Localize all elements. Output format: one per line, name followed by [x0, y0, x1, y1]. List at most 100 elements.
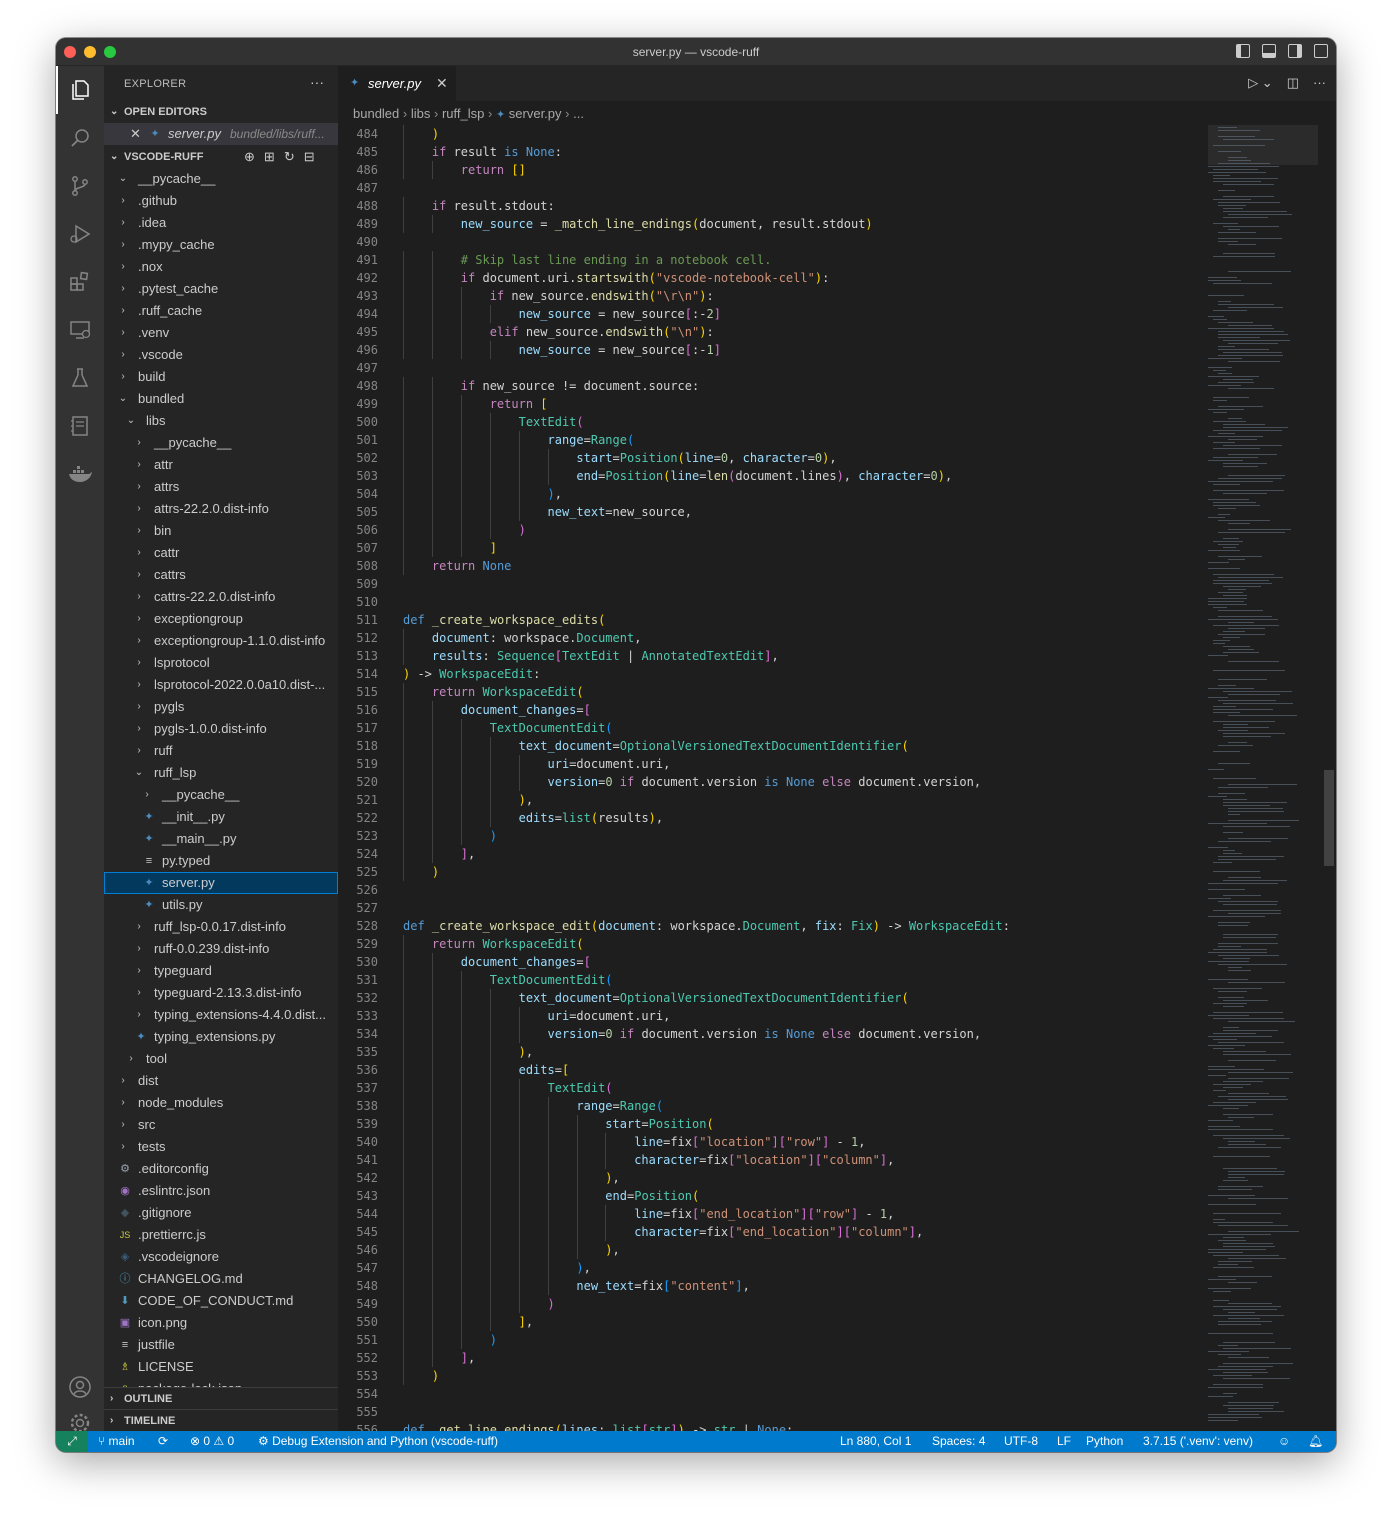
tree-file[interactable]: ✦ __main__.py — [104, 828, 338, 850]
tree-file[interactable]: ♗ LICENSE — [104, 1356, 338, 1378]
open-editor-item[interactable]: ✕ ✦ server.py bundled/libs/ruff... — [104, 123, 338, 145]
remote-icon[interactable]: ⤢ — [56, 1431, 88, 1452]
tree-file[interactable]: ▣ icon.png — [104, 1312, 338, 1334]
tree-folder[interactable]: › lsprotocol — [104, 652, 338, 674]
split-editor-icon[interactable]: ◫ — [1287, 75, 1299, 91]
tree-folder[interactable]: ⌄ __pycache__ — [104, 168, 338, 190]
tab-server-py[interactable]: ✦ server.py ✕ — [338, 66, 456, 101]
tree-folder[interactable]: › .pytest_cache — [104, 278, 338, 300]
tree-folder[interactable]: › cattr — [104, 542, 338, 564]
testing-icon[interactable] — [56, 354, 104, 402]
tree-file[interactable]: ✦ utils.py — [104, 894, 338, 916]
explorer-more-actions[interactable]: ··· — [310, 74, 324, 90]
source-control-icon[interactable] — [56, 162, 104, 210]
breadcrumb-item[interactable]: bundled — [353, 106, 399, 121]
breadcrumb-item[interactable]: ... — [573, 106, 584, 121]
encoding-status[interactable]: UTF-8 — [1004, 1431, 1038, 1452]
docker-icon[interactable] — [56, 450, 104, 498]
collapse-all-icon[interactable]: ⊟ — [304, 149, 324, 164]
timeline-header[interactable]: › TIMELINE — [104, 1409, 338, 1431]
tree-file[interactable]: ⬇ CODE_OF_CONDUCT.md — [104, 1290, 338, 1312]
search-icon[interactable] — [56, 114, 104, 162]
tree-file[interactable]: ≡ py.typed — [104, 850, 338, 872]
tree-folder[interactable]: › tool — [104, 1048, 338, 1070]
tree-folder[interactable]: › .vscode — [104, 344, 338, 366]
branch-status[interactable]: ⑂ main — [98, 1431, 135, 1452]
tree-folder[interactable]: › .mypy_cache — [104, 234, 338, 256]
language-status[interactable]: Python — [1086, 1431, 1123, 1452]
manage-gear-icon[interactable] — [56, 1411, 104, 1433]
tree-folder[interactable]: › .venv — [104, 322, 338, 344]
tree-folder[interactable]: › node_modules — [104, 1092, 338, 1114]
extensions-icon[interactable] — [56, 258, 104, 306]
tree-file[interactable]: ⓘ CHANGELOG.md — [104, 1268, 338, 1290]
tree-folder[interactable]: › src — [104, 1114, 338, 1136]
tree-folder[interactable]: › bin — [104, 520, 338, 542]
interpreter-status[interactable]: 3.7.15 ('.venv': venv) — [1143, 1431, 1253, 1452]
indentation-status[interactable]: Spaces: 4 — [932, 1431, 985, 1452]
tree-folder[interactable]: › attr — [104, 454, 338, 476]
tree-file[interactable]: ⚙ .editorconfig — [104, 1158, 338, 1180]
tree-folder[interactable]: › exceptiongroup-1.1.0.dist-info — [104, 630, 338, 652]
tree-file[interactable]: ◉ .eslintrc.json — [104, 1180, 338, 1202]
minimap[interactable] — [1208, 125, 1318, 1431]
breadcrumb-item[interactable]: libs — [411, 106, 431, 121]
close-editor-icon[interactable]: ✕ — [130, 123, 141, 145]
toggle-secondary-sidebar-icon[interactable] — [1288, 44, 1302, 58]
customize-layout-icon[interactable] — [1314, 44, 1328, 58]
tree-folder[interactable]: › ruff — [104, 740, 338, 762]
tree-file[interactable]: ◈ .vscodeignore — [104, 1246, 338, 1268]
explorer-icon[interactable] — [56, 66, 104, 114]
tree-folder[interactable]: › .ruff_cache — [104, 300, 338, 322]
editor-scrollbar[interactable] — [1322, 125, 1336, 1431]
sync-icon[interactable]: ⟳ — [158, 1431, 168, 1452]
cursor-position[interactable]: Ln 880, Col 1 — [840, 1431, 911, 1452]
accounts-icon[interactable] — [56, 1363, 104, 1411]
outline-header[interactable]: › OUTLINE — [104, 1387, 338, 1409]
tree-file[interactable]: JS .prettierrc.js — [104, 1224, 338, 1246]
new-file-icon[interactable]: ⊕ — [244, 149, 264, 164]
feedback-icon[interactable]: ☺ — [1278, 1431, 1290, 1452]
tree-folder[interactable]: › typing_extensions-4.4.0.dist... — [104, 1004, 338, 1026]
tree-folder[interactable]: › typeguard-2.13.3.dist-info — [104, 982, 338, 1004]
remote-explorer-icon[interactable] — [56, 306, 104, 354]
toggle-sidebar-icon[interactable] — [1236, 44, 1250, 58]
breadcrumb-item[interactable]: ruff_lsp — [442, 106, 484, 121]
breadcrumb-item[interactable]: server.py — [509, 106, 562, 121]
tree-folder[interactable]: › dist — [104, 1070, 338, 1092]
tree-file[interactable]: ✦ typing_extensions.py — [104, 1026, 338, 1048]
tree-file[interactable]: ◆ .gitignore — [104, 1202, 338, 1224]
tree-folder[interactable]: › cattrs-22.2.0.dist-info — [104, 586, 338, 608]
tree-folder[interactable]: › cattrs — [104, 564, 338, 586]
tree-folder[interactable]: ⌄ libs — [104, 410, 338, 432]
tree-folder[interactable]: › __pycache__ — [104, 784, 338, 806]
scrollbar-thumb[interactable] — [1324, 770, 1334, 866]
run-debug-icon[interactable] — [56, 210, 104, 258]
debug-status[interactable]: ⚙ Debug Extension and Python (vscode-ruf… — [258, 1431, 498, 1452]
tree-folder[interactable]: › ruff_lsp-0.0.17.dist-info — [104, 916, 338, 938]
eol-status[interactable]: LF — [1057, 1431, 1071, 1452]
tree-folder[interactable]: › ruff-0.0.239.dist-info — [104, 938, 338, 960]
tree-folder[interactable]: › __pycache__ — [104, 432, 338, 454]
tree-folder[interactable]: › tests — [104, 1136, 338, 1158]
tree-folder[interactable]: ⌄ bundled — [104, 388, 338, 410]
toggle-panel-icon[interactable] — [1262, 44, 1276, 58]
tree-folder[interactable]: › .idea — [104, 212, 338, 234]
problems-status[interactable]: ⊗ 0 ⚠ 0 — [190, 1431, 234, 1452]
new-folder-icon[interactable]: ⊞ — [264, 149, 284, 164]
code-editor[interactable]: 484 ) 485 if result is None: 486 return []… — [338, 125, 1336, 1431]
open-editors-header[interactable]: ⌄ OPEN EDITORS — [104, 101, 338, 123]
project-header[interactable]: ⌄ VSCODE-RUFF ⊕⊞↻⊟ — [104, 146, 338, 168]
refresh-icon[interactable]: ↻ — [284, 149, 304, 164]
run-python-file-icon[interactable]: ▷ ⌄ — [1248, 75, 1273, 91]
tree-folder[interactable]: ⌄ ruff_lsp — [104, 762, 338, 784]
tree-folder[interactable]: › lsprotocol-2022.0.0a10.dist-... — [104, 674, 338, 696]
notebook-icon[interactable] — [56, 402, 104, 450]
tree-file[interactable]: ≡ justfile — [104, 1334, 338, 1356]
tree-folder[interactable]: › .github — [104, 190, 338, 212]
more-actions-icon[interactable]: ··· — [1313, 75, 1326, 91]
tree-folder[interactable]: › attrs — [104, 476, 338, 498]
tree-file[interactable]: ✦ __init__.py — [104, 806, 338, 828]
tree-folder[interactable]: › exceptiongroup — [104, 608, 338, 630]
tree-folder[interactable]: › pygls — [104, 696, 338, 718]
